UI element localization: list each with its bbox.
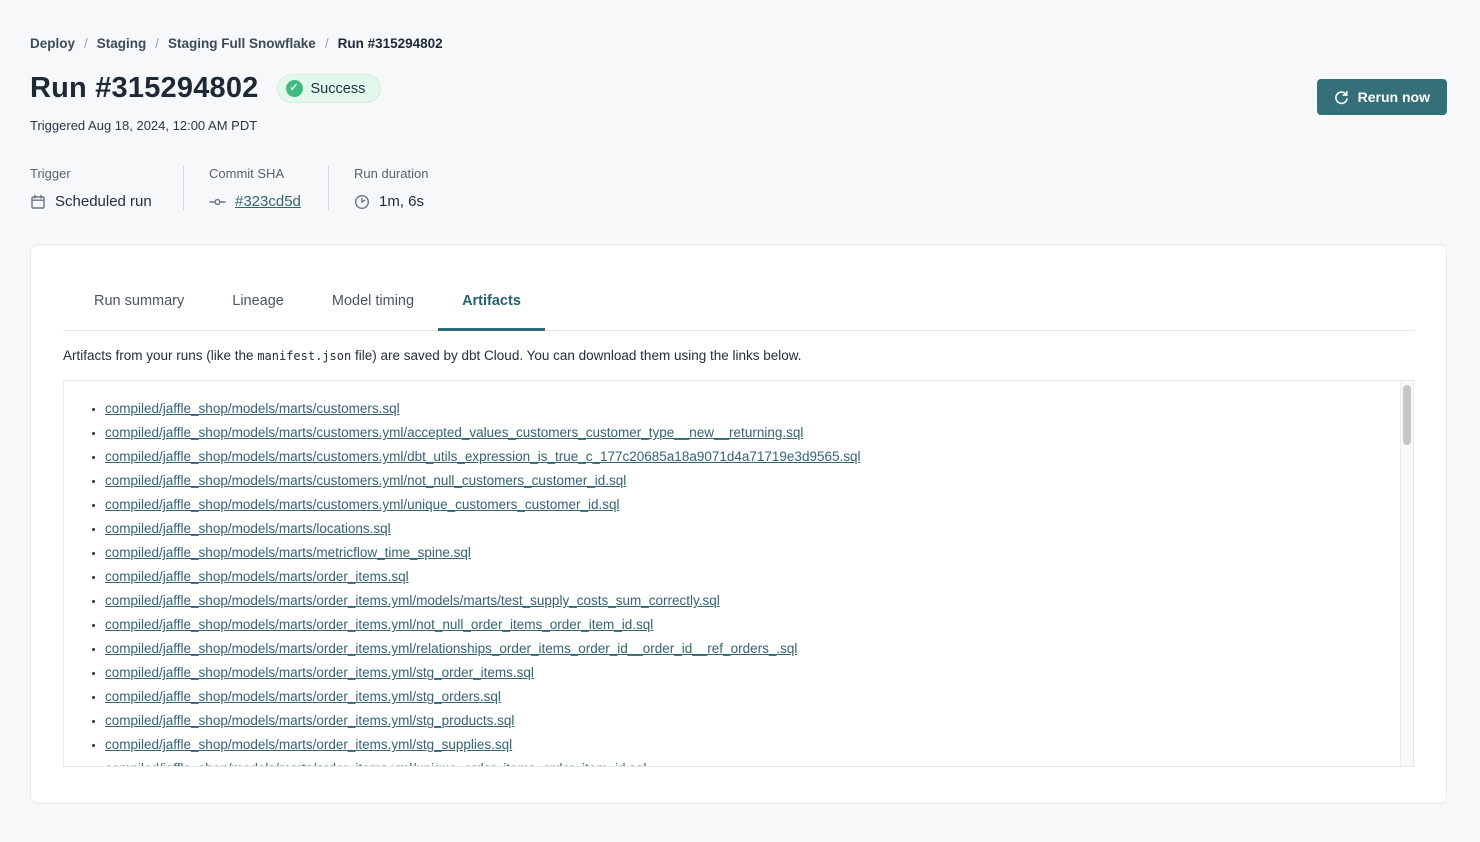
commit-sha-link[interactable]: #323cd5d bbox=[235, 193, 301, 210]
breadcrumb: Deploy / Staging / Staging Full Snowflak… bbox=[30, 36, 1447, 51]
breadcrumb-separator: / bbox=[325, 36, 329, 51]
artifact-link[interactable]: compiled/jaffle_shop/models/marts/order_… bbox=[105, 761, 647, 767]
breadcrumb-separator: / bbox=[84, 36, 88, 51]
artifact-link[interactable]: compiled/jaffle_shop/models/marts/custom… bbox=[105, 425, 803, 440]
list-item: compiled/jaffle_shop/models/marts/order_… bbox=[105, 685, 1383, 709]
success-check-icon: ✓ bbox=[286, 80, 303, 97]
status-badge: ✓ Success bbox=[277, 74, 382, 103]
breadcrumb-job[interactable]: Staging Full Snowflake bbox=[168, 36, 316, 51]
breadcrumb-deploy[interactable]: Deploy bbox=[30, 36, 75, 51]
artifact-link[interactable]: compiled/jaffle_shop/models/marts/custom… bbox=[105, 497, 619, 512]
artifact-link[interactable]: compiled/jaffle_shop/models/marts/order_… bbox=[105, 617, 653, 632]
tab-model-timing[interactable]: Model timing bbox=[308, 293, 438, 330]
list-item: compiled/jaffle_shop/models/marts/custom… bbox=[105, 445, 1383, 469]
artifact-link[interactable]: compiled/jaffle_shop/models/marts/order_… bbox=[105, 713, 514, 728]
artifact-link[interactable]: compiled/jaffle_shop/models/marts/order_… bbox=[105, 689, 501, 704]
triggered-timestamp: Triggered Aug 18, 2024, 12:00 AM PDT bbox=[30, 118, 381, 133]
list-item: compiled/jaffle_shop/models/marts/locati… bbox=[105, 517, 1383, 541]
artifact-link[interactable]: compiled/jaffle_shop/models/marts/order_… bbox=[105, 641, 797, 656]
artifact-link[interactable]: compiled/jaffle_shop/models/marts/order_… bbox=[105, 665, 534, 680]
list-item: compiled/jaffle_shop/models/marts/metric… bbox=[105, 541, 1383, 565]
refresh-icon bbox=[1334, 90, 1349, 105]
artifact-link[interactable]: compiled/jaffle_shop/models/marts/order_… bbox=[105, 569, 409, 584]
artifact-link[interactable]: compiled/jaffle_shop/models/marts/order_… bbox=[105, 737, 512, 752]
status-badge-label: Success bbox=[311, 81, 366, 97]
scrollbar-track[interactable] bbox=[1400, 381, 1413, 766]
run-detail-page: Deploy / Staging / Staging Full Snowflak… bbox=[0, 0, 1480, 842]
list-item: compiled/jaffle_shop/models/marts/order_… bbox=[105, 661, 1383, 685]
run-stats: Trigger Scheduled run Commit SHA bbox=[30, 166, 1447, 210]
calendar-icon bbox=[30, 194, 46, 210]
list-item: compiled/jaffle_shop/models/marts/order_… bbox=[105, 637, 1383, 661]
scrollbar-thumb[interactable] bbox=[1403, 385, 1411, 445]
stat-duration-value: 1m, 6s bbox=[379, 193, 424, 210]
artifact-link[interactable]: compiled/jaffle_shop/models/marts/custom… bbox=[105, 473, 626, 488]
list-item: compiled/jaffle_shop/models/marts/custom… bbox=[105, 397, 1383, 421]
breadcrumb-staging[interactable]: Staging bbox=[97, 36, 147, 51]
stat-commit-label: Commit SHA bbox=[209, 166, 301, 181]
stat-trigger-label: Trigger bbox=[30, 166, 156, 181]
stat-duration: Run duration 1m, 6s bbox=[329, 166, 455, 210]
list-item: compiled/jaffle_shop/models/marts/custom… bbox=[105, 493, 1383, 517]
artifact-link[interactable]: compiled/jaffle_shop/models/marts/custom… bbox=[105, 401, 400, 416]
rerun-now-button[interactable]: Rerun now bbox=[1317, 79, 1447, 115]
list-item: compiled/jaffle_shop/models/marts/custom… bbox=[105, 421, 1383, 445]
page-title: Run #315294802 bbox=[30, 72, 259, 105]
stat-duration-label: Run duration bbox=[354, 166, 428, 181]
artifact-link[interactable]: compiled/jaffle_shop/models/marts/locati… bbox=[105, 521, 391, 536]
list-item: compiled/jaffle_shop/models/marts/custom… bbox=[105, 469, 1383, 493]
artifacts-description: Artifacts from your runs (like the manif… bbox=[63, 348, 1414, 363]
stat-trigger: Trigger Scheduled run bbox=[30, 166, 184, 210]
manifest-json-code: manifest.json bbox=[257, 349, 351, 363]
artifact-list-container: compiled/jaffle_shop/models/marts/custom… bbox=[63, 380, 1414, 767]
header-row: Run #315294802 ✓ Success Triggered Aug 1… bbox=[30, 72, 1447, 133]
artifact-link[interactable]: compiled/jaffle_shop/models/marts/order_… bbox=[105, 593, 720, 608]
artifact-link[interactable]: compiled/jaffle_shop/models/marts/custom… bbox=[105, 449, 861, 464]
list-item: compiled/jaffle_shop/models/marts/order_… bbox=[105, 565, 1383, 589]
list-item: compiled/jaffle_shop/models/marts/order_… bbox=[105, 733, 1383, 757]
tab-artifacts[interactable]: Artifacts bbox=[438, 293, 545, 330]
artifact-list: compiled/jaffle_shop/models/marts/custom… bbox=[64, 381, 1413, 767]
tab-lineage[interactable]: Lineage bbox=[208, 293, 308, 330]
list-item: compiled/jaffle_shop/models/marts/order_… bbox=[105, 757, 1383, 767]
breadcrumb-current-run: Run #315294802 bbox=[338, 36, 443, 51]
list-item: compiled/jaffle_shop/models/marts/order_… bbox=[105, 709, 1383, 733]
list-item: compiled/jaffle_shop/models/marts/order_… bbox=[105, 613, 1383, 637]
tab-run-summary[interactable]: Run summary bbox=[70, 293, 208, 330]
artifact-link[interactable]: compiled/jaffle_shop/models/marts/metric… bbox=[105, 545, 471, 560]
tab-bar: Run summary Lineage Model timing Artifac… bbox=[63, 293, 1414, 331]
breadcrumb-separator: / bbox=[155, 36, 159, 51]
stat-trigger-value: Scheduled run bbox=[55, 193, 152, 210]
git-commit-icon bbox=[209, 194, 226, 210]
list-item: compiled/jaffle_shop/models/marts/order_… bbox=[105, 589, 1383, 613]
stat-commit: Commit SHA #323cd5d bbox=[184, 166, 329, 210]
clock-icon bbox=[354, 194, 370, 210]
rerun-now-label: Rerun now bbox=[1358, 89, 1430, 105]
run-detail-card: Run summary Lineage Model timing Artifac… bbox=[30, 244, 1447, 804]
